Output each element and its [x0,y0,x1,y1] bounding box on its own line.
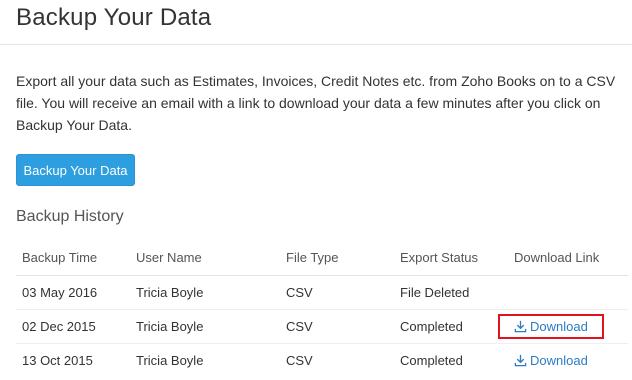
download-link-cell: Download [508,343,628,377]
backup-history-table: Backup Time User Name File Type Export S… [16,241,628,377]
file-type-cell: CSV [280,275,394,310]
table-row: 13 Oct 2015 Tricia Boyle CSV Completed D… [16,343,628,377]
export-status-cell: Completed [394,309,508,344]
backup-time-cell: 02 Dec 2015 [16,309,130,344]
column-header-export-status: Export Status [394,241,508,276]
column-header-user-name: User Name [130,241,280,276]
backup-description: Export all your data such as Estimates, … [16,73,616,133]
table-row: 02 Dec 2015 Tricia Boyle CSV Completed D… [16,309,628,344]
backup-your-data-button[interactable]: Backup Your Data [16,154,135,186]
page-title: Backup Your Data [16,4,212,31]
export-status-cell: File Deleted [394,275,508,310]
download-link-cell [508,275,628,310]
download-icon [514,320,527,332]
download-link-label: Download [530,318,588,334]
backup-time-cell: 13 Oct 2015 [22,352,93,368]
user-name-cell: Tricia Boyle [136,352,204,368]
column-header-backup-time: Backup Time [16,241,130,276]
table-header-row: Backup Time User Name File Type Export S… [16,241,628,276]
file-type-cell: CSV [280,309,394,344]
backup-history-title: Backup History [16,208,124,225]
download-link[interactable]: Download [498,348,604,373]
file-type-cell: CSV [286,352,313,368]
download-link-label: Download [530,352,588,368]
export-status-cell: Completed [400,352,463,368]
column-header-file-type: File Type [280,241,394,276]
backup-time-cell: 03 May 2016 [16,275,130,310]
download-link-cell: Download [498,309,628,344]
backup-page: Backup Your Data Export all your data su… [0,0,632,380]
title-divider [0,44,632,45]
table-row: 03 May 2016 Tricia Boyle CSV File Delete… [16,275,628,310]
user-name-cell: Tricia Boyle [130,309,280,344]
download-icon [514,354,527,366]
download-link[interactable]: Download [498,313,604,339]
user-name-cell: Tricia Boyle [130,275,280,310]
column-header-download-link: Download Link [508,241,628,276]
